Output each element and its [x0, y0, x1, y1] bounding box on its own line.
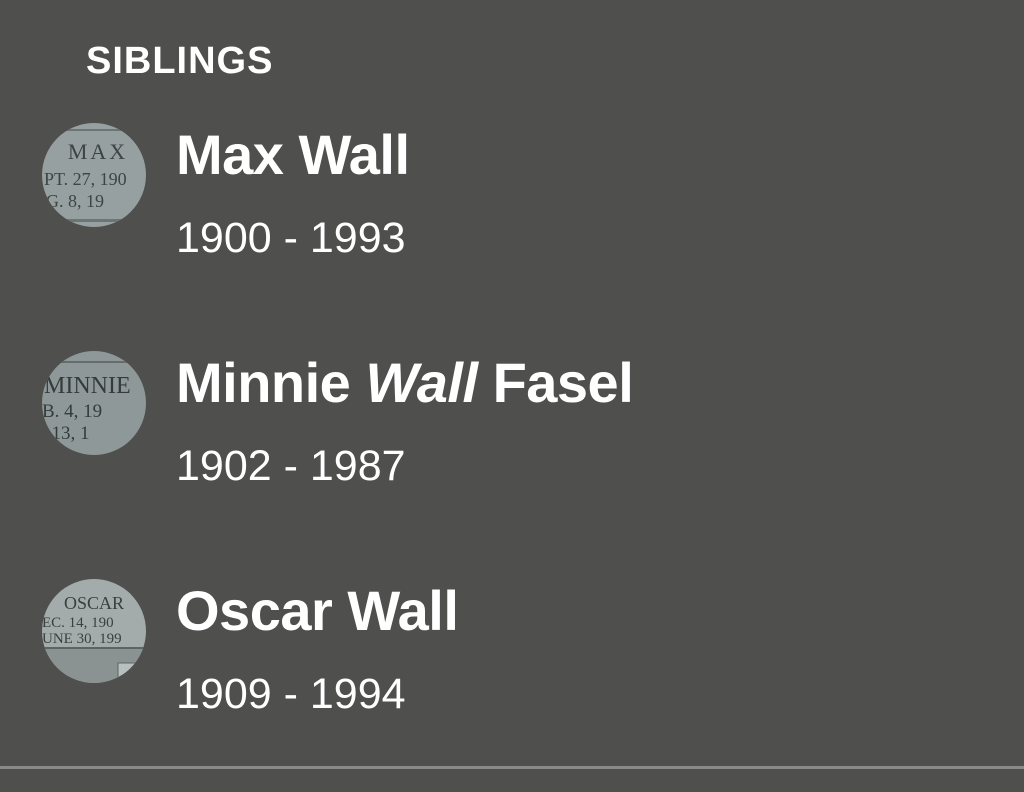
photo-line: EC. 14, 190 — [42, 615, 114, 631]
photo-line: B. 4, 19 — [42, 401, 102, 422]
last-name: Wall — [298, 123, 411, 186]
headstone-photo-icon[interactable]: MINNIE B. 4, 19 . 13, 1 — [42, 351, 146, 455]
maiden-name: Wall — [365, 351, 478, 414]
last-name: Wall — [347, 579, 459, 642]
photo-line: . 13, 1 — [42, 423, 90, 444]
section-divider — [0, 766, 1024, 769]
life-dates: 1909 - 1994 — [176, 670, 406, 718]
life-dates: 1900 - 1993 — [176, 214, 406, 262]
photo-line: MAX — [68, 139, 128, 164]
photo-line: UNE 30, 199 — [42, 631, 122, 647]
sibling-item-oscar-wall[interactable]: OSCAR EC. 14, 190 UNE 30, 199 Oscar Wall… — [0, 566, 1024, 766]
section-title: SIBLINGS — [86, 40, 274, 82]
first-name: Max — [176, 123, 284, 186]
headstone-photo-icon[interactable]: OSCAR EC. 14, 190 UNE 30, 199 — [42, 579, 146, 683]
first-name: Oscar — [176, 579, 333, 642]
photo-line: PT. 27, 190 — [44, 169, 127, 189]
headstone-photo-icon[interactable]: MAX PT. 27, 190 G. 8, 19 — [42, 123, 146, 227]
photo-line: MINNIE — [44, 373, 131, 399]
last-name: Fasel — [492, 351, 634, 414]
life-dates: 1902 - 1987 — [176, 442, 406, 490]
photo-line: G. 8, 19 — [46, 191, 104, 211]
sibling-name[interactable]: Minnie Wall Fasel — [176, 350, 634, 416]
sibling-item-max-wall[interactable]: MAX PT. 27, 190 G. 8, 19 Max Wall 1900 -… — [0, 110, 1024, 310]
photo-line: OSCAR — [64, 593, 124, 613]
first-name: Minnie — [176, 351, 351, 414]
sibling-name[interactable]: Oscar Wall — [176, 578, 459, 644]
sibling-item-minnie-wall-fasel[interactable]: MINNIE B. 4, 19 . 13, 1 Minnie Wall Fase… — [0, 338, 1024, 538]
sibling-name[interactable]: Max Wall — [176, 122, 410, 188]
